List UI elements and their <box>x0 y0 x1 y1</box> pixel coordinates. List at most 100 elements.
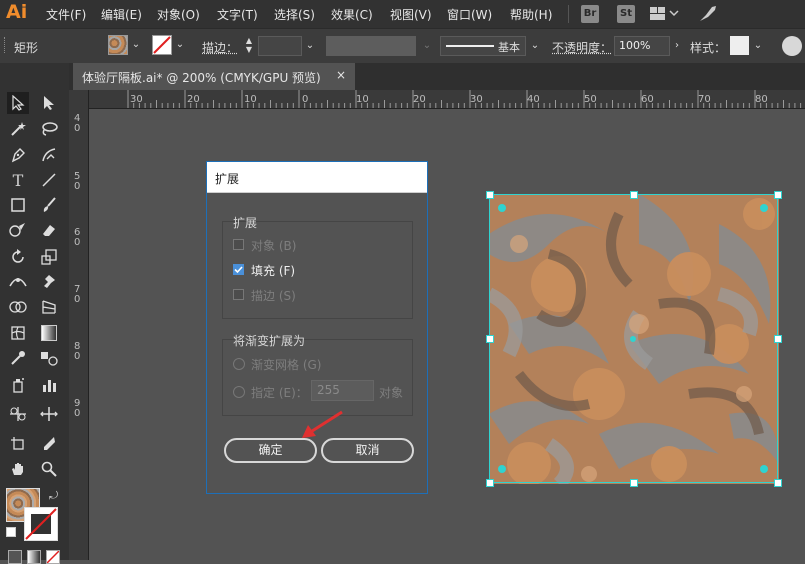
brush-definition-dropdown[interactable]: 基本 <box>440 36 526 56</box>
corner-widget[interactable] <box>498 465 506 473</box>
bbox-handle[interactable] <box>486 335 494 343</box>
brush-basic-label: 基本 <box>498 41 520 54</box>
scale-icon[interactable] <box>38 246 60 268</box>
stroke-swatch[interactable] <box>152 35 172 55</box>
stroke-dropdown-chevron[interactable]: ⌄ <box>173 35 187 55</box>
shape-builder-icon[interactable] <box>7 296 29 318</box>
puppet-warp-icon[interactable] <box>38 271 60 293</box>
object-option-label: 对象 (B) <box>251 239 297 253</box>
specify-value: 255 <box>317 383 340 397</box>
stroke-weight-stepper[interactable]: ▲ ▼ <box>241 36 257 56</box>
perspective-icon[interactable] <box>38 296 60 318</box>
selection-tool-icon[interactable] <box>7 92 29 114</box>
dialog-titlebar[interactable]: 扩展 <box>207 162 427 193</box>
menu-type[interactable]: 文字(T) <box>217 6 258 23</box>
blend-icon[interactable] <box>38 347 60 369</box>
document-tab[interactable]: 体验厅隔板.ai* @ 200% (CMYK/GPU 预览) × <box>73 63 355 90</box>
brush-stroke-preview <box>446 45 494 47</box>
fill-dropdown-chevron[interactable]: ⌄ <box>129 35 143 55</box>
menu-file[interactable]: 文件(F) <box>46 6 86 23</box>
pen-icon[interactable] <box>7 144 29 166</box>
gpu-rocket-icon[interactable] <box>698 5 718 26</box>
eraser-icon[interactable] <box>38 219 60 241</box>
variable-width-chevron[interactable]: ⌄ <box>420 36 434 56</box>
stroke-weight-input[interactable] <box>258 36 302 56</box>
bridge-button[interactable]: Br <box>581 5 599 23</box>
horizontal-ruler: 30 20 10 0 10 20 30 40 50 60 70 80 <box>88 90 805 109</box>
paintbrush-icon[interactable] <box>38 194 60 216</box>
tab-close-icon[interactable]: × <box>336 68 346 82</box>
curvature-icon[interactable] <box>38 144 60 166</box>
color-mode-icon[interactable] <box>8 550 22 564</box>
zoom-icon[interactable] <box>38 458 60 480</box>
object-checkbox[interactable] <box>233 239 244 250</box>
width-icon[interactable] <box>7 271 29 293</box>
menu-edit[interactable]: 编辑(E) <box>101 6 142 23</box>
swap-colors-icon[interactable]: ⤾ <box>49 489 58 503</box>
lasso-icon[interactable] <box>38 118 60 140</box>
line-icon[interactable] <box>38 169 60 191</box>
corner-widget[interactable] <box>498 204 506 212</box>
slice-icon[interactable] <box>38 433 60 455</box>
annotation-arrow-icon <box>302 410 343 438</box>
menu-effect[interactable]: 效果(C) <box>331 6 373 23</box>
ruler-label: 90 <box>74 398 81 419</box>
bbox-handle[interactable] <box>486 191 494 199</box>
opacity-arrow-icon[interactable]: › <box>670 36 684 56</box>
corner-widget[interactable] <box>760 204 768 212</box>
bbox-handle[interactable] <box>630 191 638 199</box>
menu-view[interactable]: 视图(V) <box>390 6 432 23</box>
bbox-handle[interactable] <box>774 335 782 343</box>
direct-selection-tool-icon[interactable] <box>38 92 60 114</box>
shaper-icon[interactable] <box>7 219 29 241</box>
bbox-handle[interactable] <box>630 479 638 487</box>
stroke-checkbox[interactable] <box>233 289 244 300</box>
fill-swatch[interactable] <box>108 35 128 55</box>
gradient-mode-icon[interactable] <box>27 550 41 564</box>
brush-dropdown-chevron[interactable]: ⌄ <box>528 36 542 56</box>
bbox-handle[interactable] <box>486 479 494 487</box>
ruler-label: 80 <box>74 341 81 362</box>
control-grip <box>4 37 7 53</box>
gradient-mesh-radio[interactable] <box>233 358 245 370</box>
artboard-icon[interactable] <box>7 433 29 455</box>
gradient-icon[interactable] <box>38 322 60 344</box>
stroke-weight-chevron[interactable]: ⌄ <box>303 36 317 56</box>
dialog-title: 扩展 <box>215 172 240 186</box>
menu-help[interactable]: 帮助(H) <box>510 6 552 23</box>
fill-option-label: 填充 (F) <box>251 264 296 278</box>
opacity-label[interactable]: 不透明度： <box>552 39 612 56</box>
menu-select[interactable]: 选择(S) <box>274 6 315 23</box>
eyedropper-icon[interactable] <box>7 347 29 369</box>
menu-window[interactable]: 窗口(W) <box>447 6 492 23</box>
specify-input[interactable]: 255 <box>311 380 374 401</box>
hand-icon[interactable] <box>7 458 29 480</box>
bbox-handle[interactable] <box>774 479 782 487</box>
specify-radio[interactable] <box>233 386 245 398</box>
none-mode-icon[interactable] <box>46 550 60 564</box>
style-dropdown-chevron[interactable]: ⌄ <box>751 36 765 56</box>
type-icon[interactable]: T <box>7 169 29 191</box>
mesh-icon[interactable] <box>7 322 29 344</box>
document-setup-icon[interactable] <box>782 36 802 56</box>
rotate-icon[interactable] <box>7 246 29 268</box>
align-distribute-icon[interactable] <box>38 403 60 425</box>
default-colors-icon[interactable] <box>6 527 16 537</box>
stroke-color-swatch[interactable] <box>24 507 58 541</box>
symbol-sprayer-icon[interactable] <box>7 374 29 396</box>
variable-width-profile[interactable] <box>326 36 416 56</box>
graphic-style-swatch[interactable] <box>730 36 749 55</box>
fill-checkbox[interactable] <box>233 264 244 275</box>
ruler-label: 10 <box>356 94 369 105</box>
bbox-handle[interactable] <box>774 191 782 199</box>
rectangle-icon[interactable] <box>7 194 29 216</box>
magic-wand-icon[interactable] <box>7 118 29 140</box>
stock-button[interactable]: St <box>617 5 635 23</box>
corner-widget[interactable] <box>760 465 768 473</box>
column-graph-icon[interactable] <box>38 374 60 396</box>
symmetry-icon[interactable] <box>7 403 29 425</box>
center-point <box>630 336 636 342</box>
opacity-input[interactable]: 100% <box>614 36 670 56</box>
arrange-documents-icon[interactable] <box>650 7 680 24</box>
menu-object[interactable]: 对象(O) <box>157 6 200 23</box>
